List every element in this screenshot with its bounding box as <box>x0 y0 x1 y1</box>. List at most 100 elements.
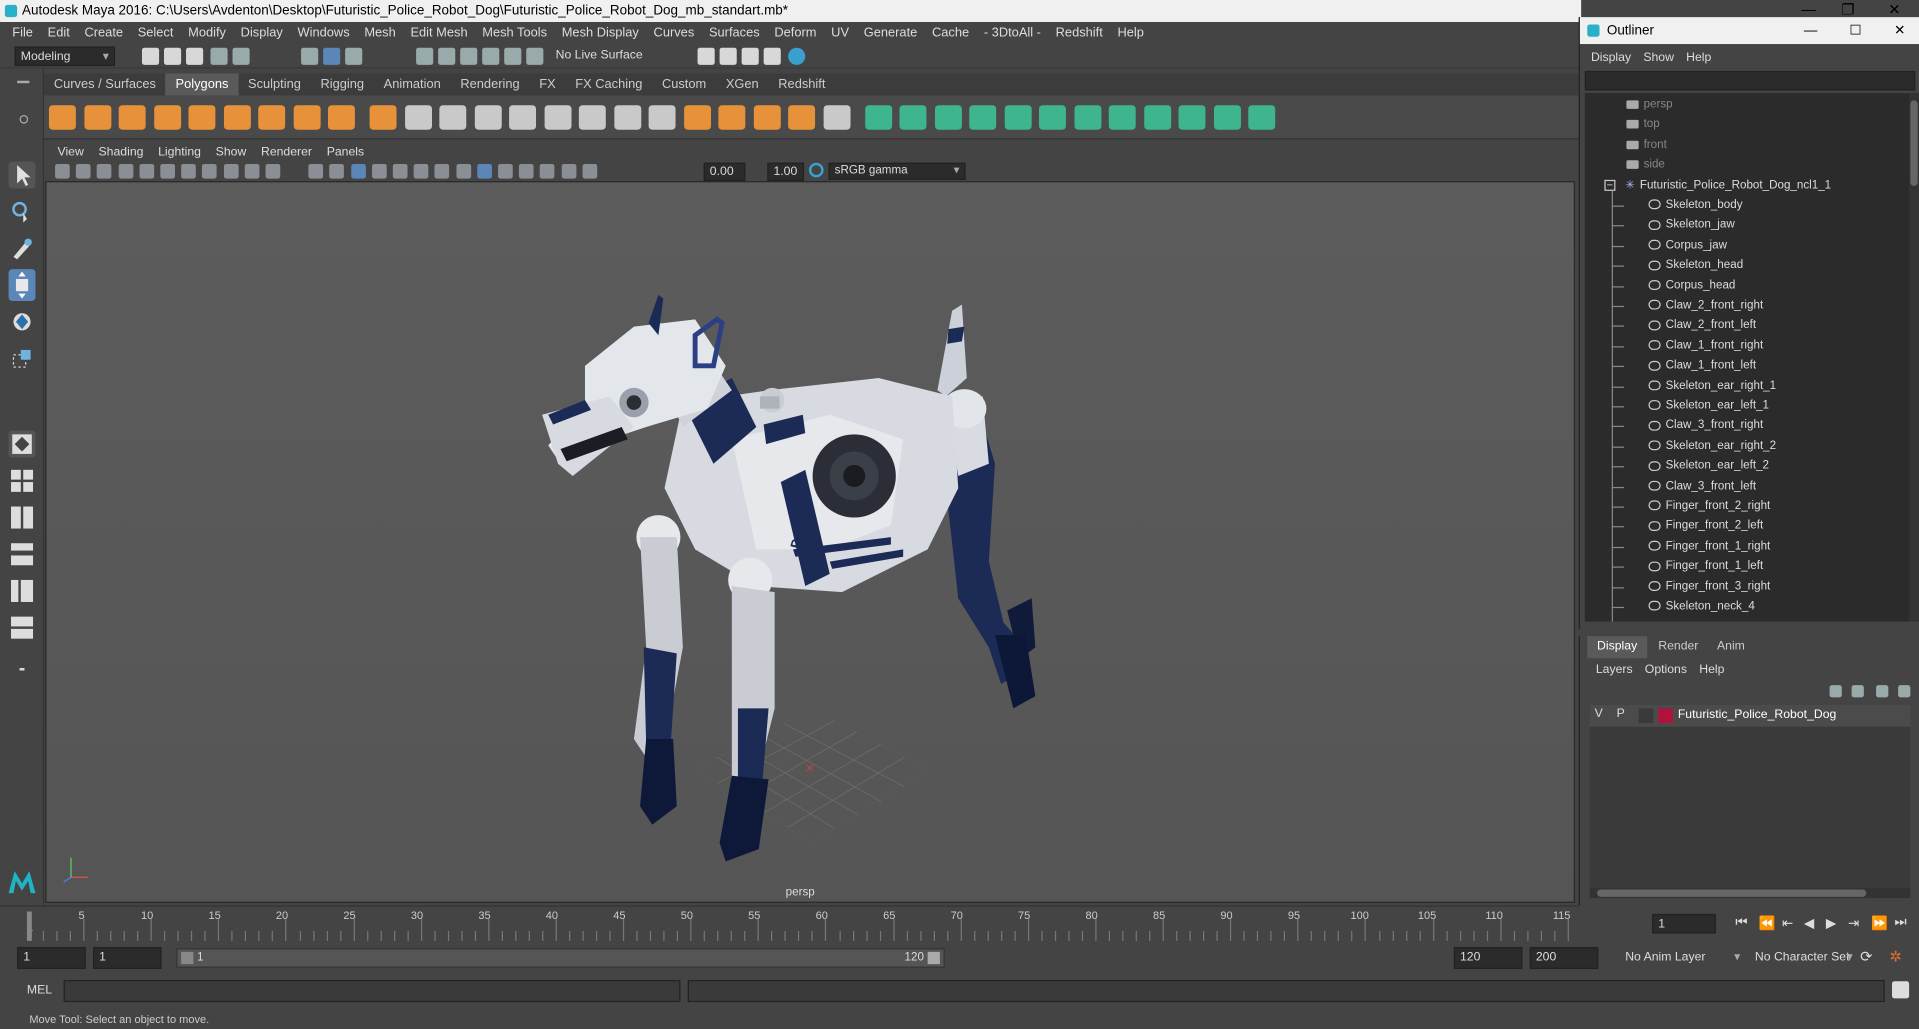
poly-insert-loop-icon[interactable] <box>969 105 997 130</box>
menu-mesh-tools[interactable]: Mesh Tools <box>475 26 554 41</box>
poly-sphere-icon[interactable] <box>48 105 76 130</box>
smooth-shade-icon[interactable] <box>329 163 345 179</box>
outliner-layout-icon[interactable] <box>9 541 36 568</box>
playback-end-field[interactable]: 120 <box>1453 946 1523 970</box>
poly-poke-icon[interactable] <box>1004 105 1032 130</box>
gate-mask-icon[interactable] <box>202 163 218 179</box>
poly-cylinder-icon[interactable] <box>118 105 146 130</box>
shelf-tab-custom[interactable]: Custom <box>652 73 716 95</box>
outliner-item-finger-front-1-left[interactable]: Finger_front_1_left <box>1648 557 1763 577</box>
shelf-tab-fx[interactable]: FX <box>529 73 565 95</box>
poly-fill-hole-icon[interactable] <box>613 105 641 130</box>
outliner-item-skeleton-ear-left-1[interactable]: Skeleton_ear_left_1 <box>1648 396 1769 416</box>
poly-plane-icon[interactable] <box>188 105 216 130</box>
outliner-item-skeleton-neck-4[interactable]: Skeleton_neck_4 <box>1648 597 1755 617</box>
app-close-icon[interactable]: ✕ <box>1877 0 1911 22</box>
snap-grid-icon[interactable] <box>416 47 434 65</box>
app-restore-icon[interactable]: ❐ <box>1831 0 1865 22</box>
outliner-search-input[interactable] <box>1584 70 1916 91</box>
shelf-tab-sculpting[interactable]: Sculpting <box>238 73 310 95</box>
range-slider[interactable]: 1 120 <box>176 948 945 968</box>
range-start-handle[interactable] <box>181 951 194 965</box>
select-hierarchy-icon[interactable] <box>301 47 319 65</box>
rotate-tool-icon[interactable] <box>9 308 36 335</box>
layer-hscrollbar[interactable] <box>1589 888 1911 899</box>
poly-slide-edge-icon[interactable] <box>1073 105 1101 130</box>
poly-connect-icon[interactable] <box>823 105 850 130</box>
poly-wedge-icon[interactable] <box>1039 105 1066 130</box>
layer-menu-options[interactable]: Options <box>1639 663 1693 676</box>
layer-row[interactable]: V P Futuristic_Police_Robot_Dog <box>1589 704 1911 727</box>
redo-icon[interactable] <box>232 47 250 65</box>
outliner-item-front[interactable]: front <box>1626 136 1667 156</box>
shadows-icon[interactable] <box>413 163 429 179</box>
four-view-layout-icon[interactable] <box>9 467 36 494</box>
poly-merge-icon[interactable] <box>753 105 781 130</box>
robot-dog-model[interactable]: POLICE DOG-01 <box>542 294 1036 862</box>
safe-action-icon[interactable] <box>244 163 260 179</box>
shelf-tab-rendering[interactable]: Rendering <box>451 73 530 95</box>
ipr-render-icon[interactable] <box>719 47 737 65</box>
new-layer-icon[interactable] <box>1876 685 1889 698</box>
menu-edit[interactable]: Edit <box>40 26 77 41</box>
poly-bridge-edge-icon[interactable] <box>1143 105 1171 130</box>
outliner-item-finger-front-2-right[interactable]: Finger_front_2_right <box>1648 497 1770 517</box>
poly-prism-icon[interactable] <box>258 105 286 130</box>
xray-joints-icon[interactable] <box>561 163 576 179</box>
layer-menu-help[interactable]: Help <box>1693 663 1730 676</box>
poly-append-icon[interactable] <box>578 105 606 130</box>
field-chart-icon[interactable] <box>223 163 239 179</box>
poly-collapse-icon[interactable] <box>864 105 892 130</box>
wireframe-on-shaded-icon[interactable] <box>350 163 366 179</box>
wireframe-icon[interactable] <box>308 163 324 179</box>
menu-generate[interactable]: Generate <box>856 26 924 41</box>
color-management-icon[interactable] <box>808 162 824 178</box>
open-scene-icon[interactable] <box>163 47 182 65</box>
outliner-scrollbar[interactable] <box>1909 92 1919 622</box>
menu-select[interactable]: Select <box>130 26 180 41</box>
menu-uv[interactable]: UV <box>824 26 857 41</box>
poly-cube-icon[interactable] <box>83 105 111 130</box>
character-set-select[interactable]: No Character Set <box>1750 948 1858 968</box>
poly-bridge-icon[interactable] <box>543 105 571 130</box>
range-end-handle[interactable] <box>927 951 940 965</box>
camera-attributes-icon[interactable] <box>76 163 91 179</box>
outliner-item-skeleton-ear-right-1[interactable]: Skeleton_ear_right_1 <box>1648 376 1776 396</box>
outliner-item-claw-3-front-right[interactable]: Claw_3_front_right <box>1648 416 1763 436</box>
outliner-item-persp[interactable]: persp <box>1626 95 1673 115</box>
menu-edit-mesh[interactable]: Edit Mesh <box>403 26 475 41</box>
film-gate-icon[interactable] <box>160 163 176 179</box>
magnet-icon[interactable] <box>526 47 544 65</box>
shelf-tab-animation[interactable]: Animation <box>374 73 451 95</box>
menu-redshift[interactable]: Redshift <box>1048 26 1110 41</box>
outliner-item-claw-2-front-left[interactable]: Claw_2_front_left <box>1648 316 1756 336</box>
scene-canvas[interactable]: ✕ POLICE DOG-01 <box>47 182 1577 904</box>
outliner-menu-help[interactable]: Help <box>1680 51 1717 64</box>
outliner-item-side[interactable]: side <box>1626 156 1665 176</box>
viewport-menu-view[interactable]: View <box>50 145 91 158</box>
poly-reduce-icon[interactable] <box>1248 105 1276 130</box>
outliner-item-skeleton-head[interactable]: Skeleton_head <box>1648 256 1743 276</box>
poly-multi-cut-icon[interactable] <box>648 105 676 130</box>
outliner-item-finger-front-1-right[interactable]: Finger_front_1_right <box>1648 537 1770 557</box>
select-tool-icon[interactable] <box>8 161 36 189</box>
menu-mesh[interactable]: Mesh <box>357 26 403 41</box>
outliner-item-claw-1-front-left[interactable]: Claw_1_front_left <box>1648 356 1756 376</box>
menu-file[interactable]: File <box>5 26 40 41</box>
snap-curve-icon[interactable] <box>438 47 456 65</box>
outliner-item-corpus-jaw[interactable]: Corpus_jaw <box>1648 236 1727 256</box>
command-language-label[interactable]: MEL <box>27 984 52 997</box>
render-settings-icon[interactable] <box>741 47 759 65</box>
snap-surface-icon[interactable] <box>504 47 522 65</box>
menu-modify[interactable]: Modify <box>181 26 234 41</box>
layer-tab-render[interactable]: Render <box>1648 636 1708 658</box>
outliner-item-claw-1-front-right[interactable]: Claw_1_front_right <box>1648 336 1763 356</box>
hypershade-layout-icon[interactable] <box>9 614 36 641</box>
layer-down-icon[interactable] <box>1851 685 1864 698</box>
more-layouts-icon[interactable] <box>9 656 36 683</box>
new-scene-icon[interactable] <box>141 47 160 65</box>
poly-target-weld-icon[interactable] <box>788 105 816 130</box>
time-slider[interactable]: 1 51015202530354045505560657075808590951… <box>0 905 1639 943</box>
color-space-select[interactable]: sRGB gamma <box>828 162 966 180</box>
menu-mesh-display[interactable]: Mesh Display <box>554 26 646 41</box>
